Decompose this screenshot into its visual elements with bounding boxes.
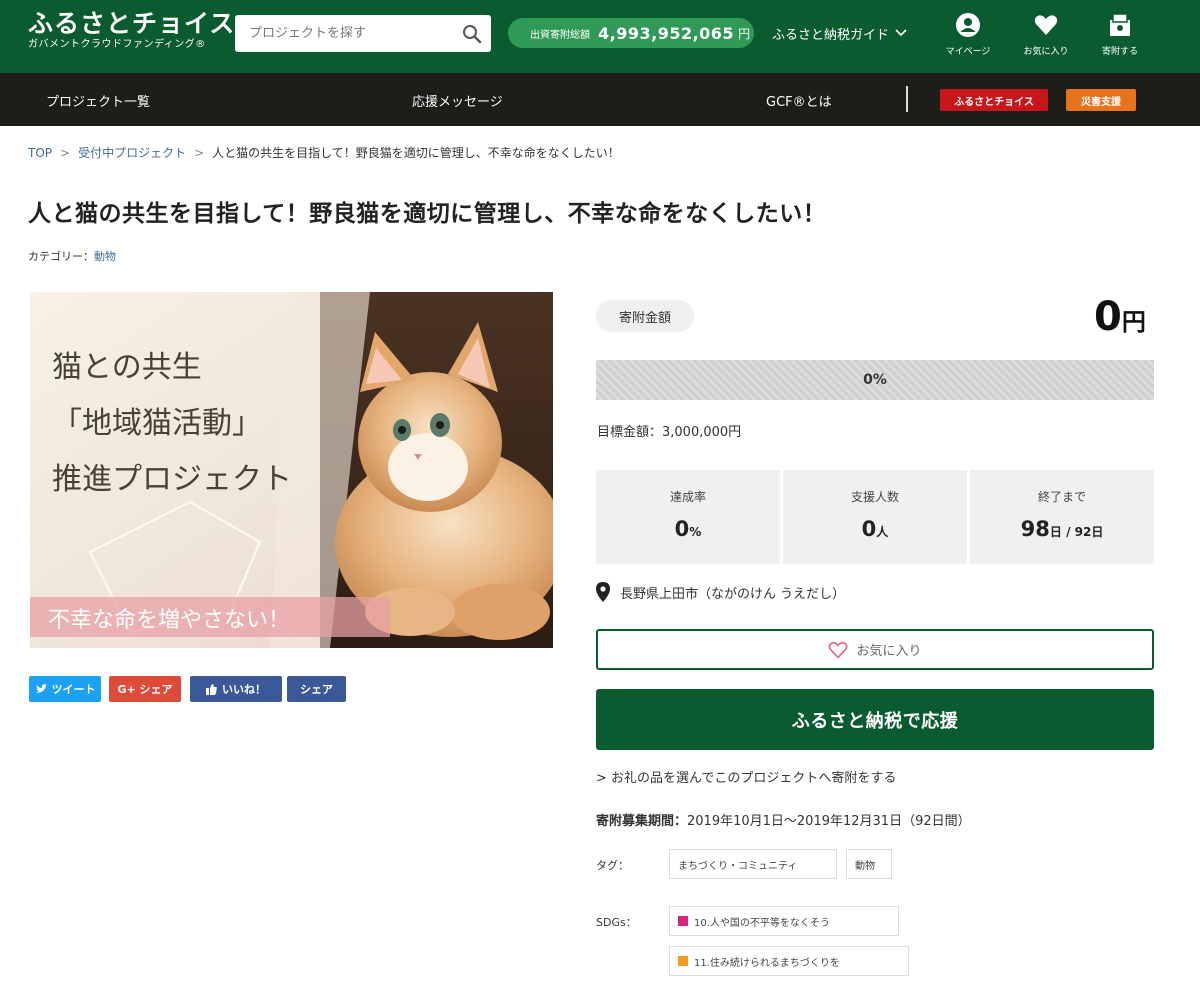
project-hero-image: 猫との共生 「地域猫活動」 推進プロジェクト 不幸な命を増やさない！ — [30, 292, 553, 648]
stat-days-remaining: 終了まで 98日 / 92日 — [970, 470, 1154, 564]
hero-line-3: 推進プロジェクト — [52, 462, 292, 497]
counter-unit: 円 — [738, 26, 751, 41]
breadcrumb-accepting[interactable]: 受付中プロジェクト — [78, 144, 186, 161]
period-label: 寄附募集期間： — [596, 814, 688, 829]
sdg-tag-11[interactable]: 11.住み続けられるまちづくりを — [669, 946, 909, 976]
hero-banner-text: 不幸な命を増やさない！ — [48, 608, 291, 633]
heart-outline-icon — [829, 641, 848, 659]
search-input[interactable] — [249, 23, 454, 43]
gift-selection-link[interactable]: > お礼の品を選んでこのプロジェクトへ寄附をする — [596, 767, 896, 786]
stat-supporters: 支援人数 0人 — [783, 470, 967, 564]
target-amount: 目標金額：3,000,000円 — [597, 425, 742, 440]
hero-line-1: 猫との共生 — [52, 350, 202, 385]
map-pin-icon — [596, 582, 610, 602]
breadcrumb-top[interactable]: TOP — [28, 146, 52, 160]
stat-value: 0人 — [861, 517, 889, 541]
header-donate[interactable]: 寄附する — [1090, 12, 1150, 57]
sdg-10-icon — [678, 916, 688, 926]
stat-value: 0% — [674, 517, 702, 541]
stat-label: 支援人数 — [850, 490, 899, 504]
furusato-choice-button[interactable]: ふるさとチョイス — [940, 89, 1048, 111]
top-header: ふるさとチョイス ガバメントクラウドファンディング® 出資寄附総額 4,993,… — [0, 0, 1200, 73]
mypage-label: マイページ — [945, 47, 991, 57]
stat-achievement-rate: 達成率 0% — [596, 470, 780, 564]
support-with-furusato-tax-button[interactable]: ふるさと納税で応援 — [596, 689, 1154, 750]
facebook-like-button[interactable]: いいね！ — [190, 676, 282, 702]
donate-icon — [1110, 13, 1130, 36]
twitter-icon — [34, 684, 47, 693]
stat-value: 98日 / 92日 — [1020, 517, 1104, 541]
project-location: 長野県上田市（ながのけん うえだし） — [596, 582, 845, 602]
sdg-tag-10[interactable]: 10.人や国の不平等をなくそう — [669, 906, 899, 936]
donation-amount-badge: 寄附金額 — [596, 300, 694, 332]
user-icon — [956, 13, 980, 37]
category: カテゴリー：動物 — [28, 248, 116, 264]
project-stats: 達成率 0% 支援人数 0人 終了まで 98日 / 92日 — [596, 470, 1154, 564]
like-label: いいね！ — [222, 683, 266, 696]
donation-period: 寄附募集期間：2019年10月1日～2019年12月31日（92日間） — [596, 810, 971, 829]
hero-headline: 猫との共生 「地域猫活動」 推進プロジェクト — [52, 340, 292, 508]
amount-unit: 円 — [1121, 308, 1146, 336]
tweet-label: ツイート — [51, 683, 96, 696]
stat-label: 終了まで — [1037, 490, 1086, 504]
donate-label: 寄附する — [1101, 47, 1138, 57]
breadcrumb-separator: > — [60, 145, 71, 160]
heart-icon — [1034, 15, 1058, 35]
logo-main-text: ふるさとチョイス — [28, 9, 236, 38]
add-to-favorites-button[interactable]: お気に入り — [596, 629, 1154, 670]
sub-navigation: プロジェクト一覧 応援メッセージ GCF®とは ふるさとチョイス 災害支援 — [0, 73, 1200, 126]
furusato-guide-menu[interactable]: ふるさと納税ガイド — [772, 24, 907, 43]
counter-label: 出資寄附総額 — [530, 29, 590, 41]
header-favorites[interactable]: お気に入り — [1016, 12, 1076, 57]
thumbs-up-icon — [206, 683, 217, 695]
chevron-down-icon — [895, 26, 907, 41]
sdg-10-label: 10.人や国の不平等をなくそう — [694, 917, 830, 929]
logo-sub-text: ガバメントクラウドファンディング® — [28, 39, 206, 50]
disaster-support-button[interactable]: 災害支援 — [1066, 89, 1136, 111]
gplus-share-button[interactable]: G+ シェア — [109, 676, 181, 702]
location-text[interactable]: 長野県上田市（ながのけん うえだし） — [620, 583, 845, 602]
tweet-button[interactable]: ツイート — [29, 676, 101, 702]
facebook-share-button[interactable]: シェア — [287, 676, 346, 702]
donation-amount: 0円 — [1094, 294, 1146, 340]
guide-label: ふるさと納税ガイド — [772, 28, 890, 43]
tag-animals[interactable]: 動物 — [846, 849, 892, 879]
period-value: 2019年10月1日～2019年12月31日（92日間） — [687, 814, 971, 829]
breadcrumb-separator: > — [194, 145, 205, 160]
progress-bar: 0% — [596, 360, 1154, 400]
hero-line-2: 「地域猫活動」 — [52, 406, 262, 441]
breadcrumb: TOP > 受付中プロジェクト > 人と猫の共生を目指して！野良猫を適切に管理し… — [28, 144, 620, 161]
donation-total-counter: 出資寄附総額 4,993,952,065 円 — [508, 18, 754, 48]
search-box — [235, 15, 491, 52]
amount-value: 0 — [1094, 294, 1122, 340]
favorites-label: お気に入り — [1023, 47, 1069, 57]
sdgs-label: SDGs： — [596, 916, 637, 929]
progress-label: 0% — [863, 372, 887, 388]
category-label: カテゴリー： — [28, 250, 94, 263]
nav-divider — [906, 86, 908, 112]
stat-label: 達成率 — [669, 490, 706, 504]
breadcrumb-current: 人と猫の共生を目指して！野良猫を適切に管理し、不幸な命をなくしたい！ — [212, 146, 620, 160]
nav-project-list[interactable]: プロジェクト一覧 — [46, 91, 150, 110]
tags-label: タグ： — [596, 859, 629, 872]
tag-community[interactable]: まちづくり・コミュニティ — [669, 849, 837, 879]
nav-support-messages[interactable]: 応援メッセージ — [412, 91, 503, 110]
sdg-11-icon — [678, 956, 688, 966]
nav-about-gcf[interactable]: GCF®とは — [766, 91, 832, 110]
search-icon[interactable] — [461, 23, 483, 45]
header-mypage[interactable]: マイページ — [938, 12, 998, 57]
favorites-button-label: お気に入り — [856, 644, 922, 659]
counter-value: 4,993,952,065 — [598, 23, 735, 43]
category-link[interactable]: 動物 — [94, 250, 116, 263]
sdg-11-label: 11.住み続けられるまちづくりを — [694, 957, 840, 969]
page-title: 人と猫の共生を目指して！野良猫を適切に管理し、不幸な命をなくしたい！ — [28, 201, 827, 227]
site-logo[interactable]: ふるさとチョイス ガバメントクラウドファンディング® — [28, 10, 235, 52]
